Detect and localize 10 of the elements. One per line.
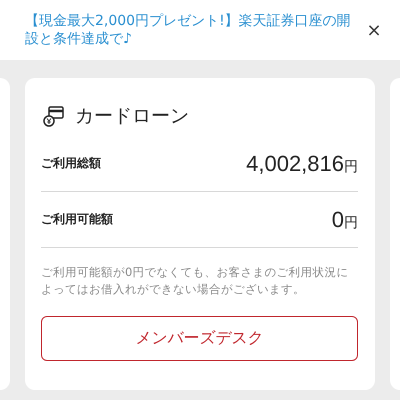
card-title: カードローン	[75, 104, 189, 129]
close-button[interactable]: ×	[362, 20, 386, 40]
promo-link[interactable]: 【現金最大2,000円プレゼント!】楽天証券口座の開設と条件達成で♪	[25, 12, 352, 48]
amount-value: 4,002,816円	[246, 150, 358, 176]
card-yen-icon	[43, 105, 65, 127]
row-label: ご利用総額	[41, 155, 101, 172]
amount-value: 0円	[332, 206, 358, 232]
notice-text: ご利用可能額が0円でなくても、お客さまのご利用状況によってはお借入れができない場合がございます。	[41, 264, 350, 298]
members-desk-button[interactable]: メンバーズデスク	[41, 316, 358, 361]
row-label: ご利用可能額	[41, 211, 113, 228]
